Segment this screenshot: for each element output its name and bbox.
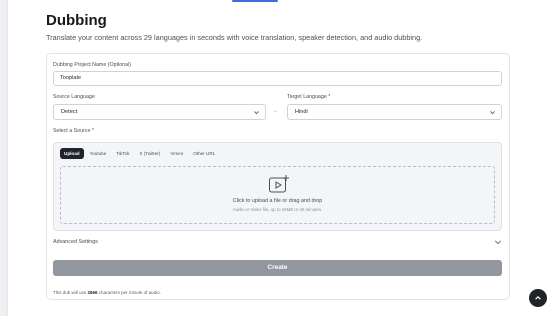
dubbing-form-card: Dubbing Project Name (Optional) Tooplate…: [46, 53, 510, 300]
dropzone-instruction: Click to upload a file or drag and drop: [232, 198, 323, 204]
select-source-label: Select a Source *: [53, 128, 94, 134]
dropzone-limits: Audio or Video file, up to 16MB or 45 mi…: [232, 207, 323, 212]
scroll-to-top-button[interactable]: [529, 289, 547, 307]
footnote-suffix: characters per minute of audio.: [98, 290, 161, 295]
chevron-down-icon: [494, 240, 502, 245]
tab-youtube[interactable]: Youtube: [86, 148, 111, 159]
source-panel: Upload Youtube TikTok X (Twitter) Vimeo …: [53, 142, 502, 231]
project-name-label: Dubbing Project Name (Optional): [53, 62, 132, 68]
advanced-settings-label: Advanced Settings: [53, 239, 98, 245]
upload-dropzone[interactable]: Click to upload a file or drag and drop …: [60, 166, 495, 224]
character-count: 2666: [87, 290, 98, 295]
source-language-value: Detect: [61, 109, 78, 115]
target-language-value: Hindi: [295, 109, 308, 115]
top-tab-indicator: [232, 0, 278, 2]
target-language-select[interactable]: Hindi: [287, 104, 502, 120]
tab-other-url[interactable]: Other URL: [189, 148, 219, 159]
tab-tiktok[interactable]: TikTok: [112, 148, 133, 159]
language-arrow: →: [272, 108, 278, 114]
page-title: Dubbing: [46, 12, 107, 29]
tab-x-twitter[interactable]: X (Twitter): [135, 148, 164, 159]
chevron-down-icon: [254, 111, 259, 115]
source-language-select[interactable]: Detect: [53, 104, 266, 120]
create-button[interactable]: Create: [53, 260, 502, 276]
footnote-prefix: This dub will use: [53, 290, 87, 295]
left-rail: [0, 0, 8, 316]
chevron-up-icon: [535, 295, 541, 300]
target-language-label: Target Language *: [287, 94, 331, 100]
chevron-down-icon: [490, 111, 495, 115]
tab-upload[interactable]: Upload: [60, 148, 84, 159]
project-name-input[interactable]: Tooplate: [53, 71, 502, 86]
video-upload-icon: [269, 175, 289, 193]
character-usage-note: This dub will use 2666 characters per mi…: [53, 290, 161, 295]
source-tabs: Upload Youtube TikTok X (Twitter) Vimeo …: [60, 148, 219, 159]
page-subtitle: Translate your content across 29 languag…: [46, 33, 423, 42]
tab-vimeo[interactable]: Vimeo: [166, 148, 187, 159]
advanced-settings-toggle[interactable]: Advanced Settings: [53, 238, 502, 248]
source-language-label: Source Language: [53, 94, 95, 100]
